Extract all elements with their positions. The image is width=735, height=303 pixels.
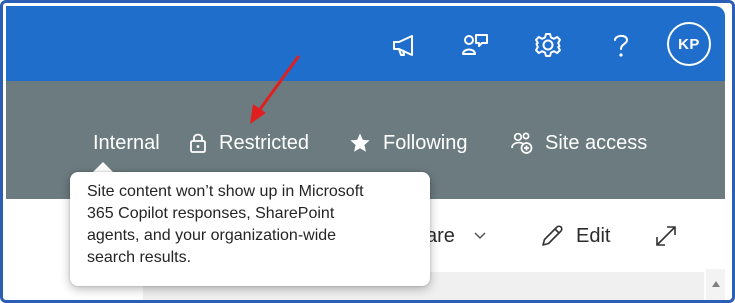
red-annotation-arrow	[250, 55, 300, 124]
